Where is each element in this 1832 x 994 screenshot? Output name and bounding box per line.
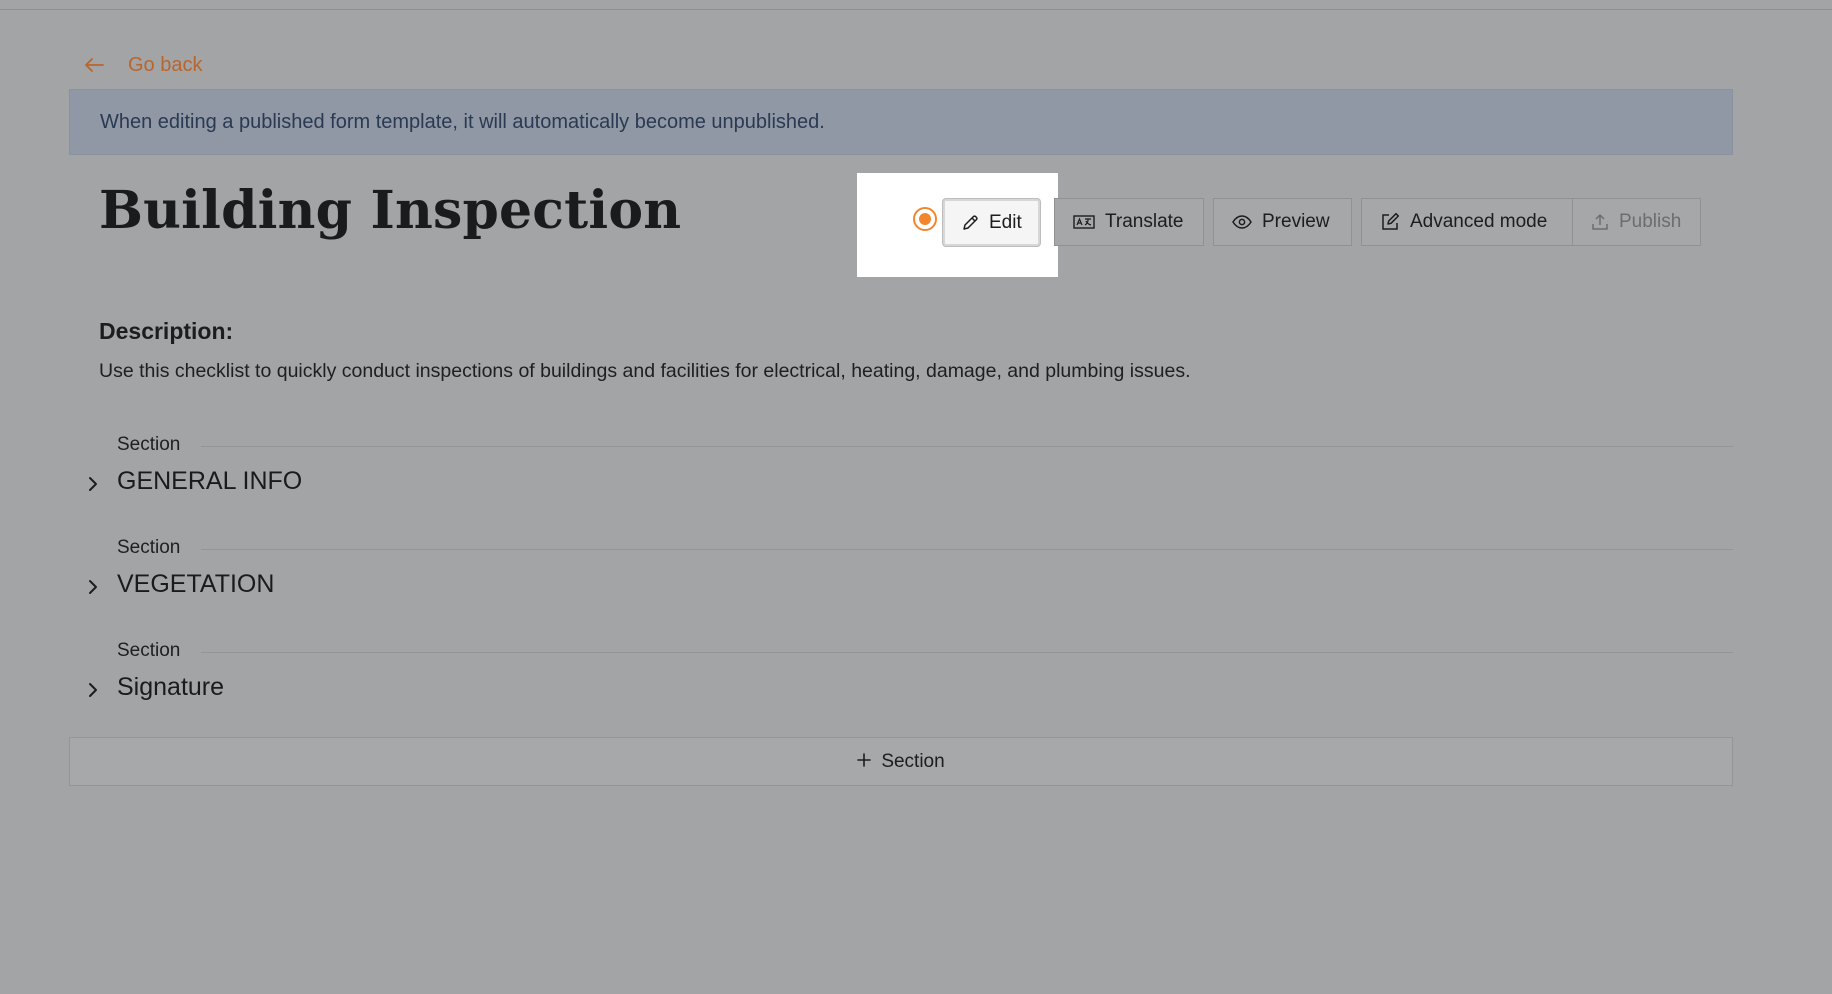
- section-title: GENERAL INFO: [117, 467, 303, 495]
- section-divider: [201, 446, 1733, 447]
- pencil-icon: [961, 214, 979, 232]
- section-divider: [201, 549, 1733, 550]
- section-divider: [201, 652, 1733, 653]
- unpublish-warning-banner: When editing a published form template, …: [69, 89, 1733, 155]
- section-kind-label: Section: [117, 640, 181, 661]
- page-title: Building Inspection: [99, 180, 682, 241]
- advanced-mode-button[interactable]: Advanced mode: [1361, 198, 1573, 246]
- advanced-mode-button-label: Advanced mode: [1410, 211, 1548, 232]
- description-label: Description:: [99, 318, 234, 344]
- add-section-label: Section: [881, 750, 945, 772]
- publish-button[interactable]: Publish: [1573, 198, 1701, 246]
- edit-square-icon: [1380, 212, 1400, 232]
- add-section-button[interactable]: Section: [69, 737, 1733, 786]
- go-back-link[interactable]: Go back: [84, 52, 202, 78]
- section-vegetation[interactable]: Section VEGETATION: [83, 537, 1733, 617]
- plus-icon: [857, 751, 872, 773]
- chevron-right-icon[interactable]: [83, 577, 103, 597]
- arrow-left-icon: [84, 57, 104, 73]
- top-divider: [0, 9, 1832, 10]
- description-text: Use this checklist to quickly conduct in…: [99, 360, 1191, 382]
- translate-button-label: Translate: [1105, 211, 1184, 232]
- chevron-right-icon[interactable]: [83, 474, 103, 494]
- publish-button-label: Publish: [1619, 211, 1682, 232]
- section-title: Signature: [117, 673, 225, 701]
- chevron-right-icon[interactable]: [83, 680, 103, 700]
- eye-icon: [1232, 215, 1252, 229]
- preview-button[interactable]: Preview: [1213, 198, 1352, 246]
- banner-text: When editing a published form template, …: [100, 110, 825, 133]
- preview-button-label: Preview: [1262, 211, 1330, 232]
- go-back-label: Go back: [128, 53, 203, 76]
- section-general-info[interactable]: Section GENERAL INFO: [83, 434, 1733, 514]
- upload-icon: [1591, 213, 1609, 231]
- translate-button[interactable]: Translate: [1054, 198, 1204, 246]
- edit-button[interactable]: Edit: [943, 199, 1040, 246]
- section-title: VEGETATION: [117, 570, 275, 598]
- section-kind-label: Section: [117, 434, 181, 455]
- edit-button-label: Edit: [989, 211, 1022, 233]
- section-kind-label: Section: [117, 537, 181, 558]
- tour-hotspot-icon[interactable]: [913, 207, 937, 231]
- section-signature[interactable]: Section Signature: [83, 640, 1733, 720]
- translate-icon: [1073, 215, 1095, 229]
